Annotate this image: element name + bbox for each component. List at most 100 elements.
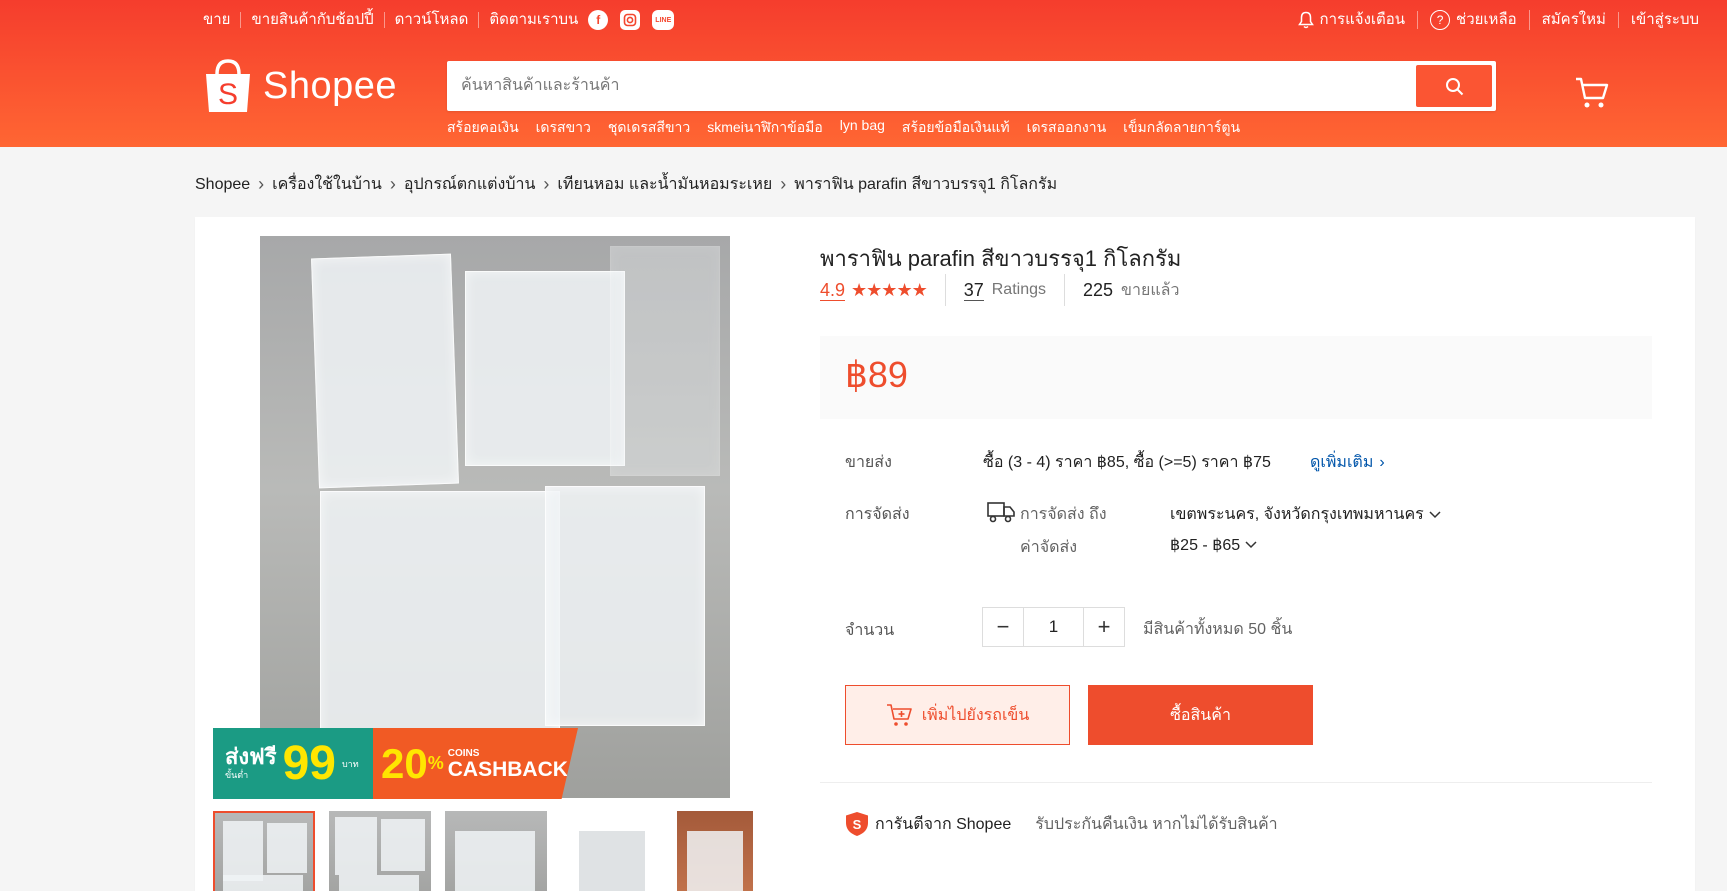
promo-banner: ส่งฟรี ขั้นต่ำ 99 บาท 20 % COINS CASHBAC… [213,728,578,799]
free-shipping-label: ส่งฟรี [225,743,277,769]
suggestion-link[interactable]: lyn bag [840,117,885,139]
breadcrumb-item[interactable]: เทียนหอม และน้ำมันหอมระเหย [557,172,772,197]
product-price: ฿89 [845,354,908,395]
facebook-icon[interactable]: f [588,10,609,30]
cashback-label: CASHBACK [447,757,568,781]
search-input[interactable] [461,61,1361,111]
coins-label: COINS [447,747,480,759]
chevron-right-icon: › [1379,453,1385,471]
chevron-down-icon [1429,510,1441,518]
quantity-label: จำนวน [845,622,895,639]
help-icon: ? [1430,10,1451,30]
thumbnail-image[interactable] [677,811,753,891]
thumbnail-image[interactable] [329,811,431,891]
thumbnail-image[interactable] [213,811,315,891]
buy-now-button[interactable]: ซื้อสินค้า [1088,685,1313,745]
add-cart-icon [886,704,912,726]
truck-icon [987,502,1015,523]
ratings-label: Ratings [991,281,1046,298]
breadcrumb-item[interactable]: Shopee [195,176,250,194]
shopee-guarantee[interactable]: S การันตีจาก Shopee รับประกันคืนเงิน หาก… [845,811,1278,837]
quantity-stepper: − 1 + [982,607,1125,647]
svg-text:S: S [853,817,862,832]
free-shipping-badge: ส่งฟรี ขั้นต่ำ 99 บาท [213,728,373,799]
product-main-image[interactable] [260,236,730,798]
breadcrumb-item[interactable]: เครื่องใช้ในบ้าน [272,172,382,197]
shipping-to-label: การจัดส่ง ถึง [1020,506,1107,523]
login-link[interactable]: เข้าสู่ระบบ [1619,12,1711,28]
topbar-right: การแจ้งเตือน ? ช่วยเหลือ สมัครใหม่ เข้าส… [1286,10,1711,30]
add-to-cart-button[interactable]: เพิ่มไปยังรถเข็น [845,685,1070,745]
signup-link[interactable]: สมัครใหม่ [1530,12,1619,28]
help-label: ช่วยเหลือ [1456,11,1517,28]
rating-bar: 4.9 ★★★★★ 37 Ratings 225 ขายแล้ว [820,273,1179,307]
search-button[interactable] [1416,65,1492,107]
chevron-down-icon [1245,541,1257,549]
top-navbar: ขาย ขายสินค้ากับช้อปปี้ ดาวน์โหลด ติดตาม… [0,0,1727,38]
suggestion-link[interactable]: skmeiนาฬิกาข้อมือ [707,117,823,139]
thumbnail-image[interactable] [445,811,547,891]
thumbnail-list [213,811,753,891]
shipping-location: เขตพระนคร, จังหวัดกรุงเทพมหานคร [1170,506,1424,523]
cart-button[interactable] [1575,76,1609,115]
suggestion-link[interactable]: ชุดเดรสสีขาว [608,117,690,139]
logo-wordmark: Shopee [263,64,398,107]
rating-score[interactable]: 4.9 [820,280,846,301]
wholesale-label: ขายส่ง [845,454,892,471]
search-suggestions: สร้อยคอเงิน เดรสขาว ชุดเดรสสีขาว skmeiนา… [447,117,1240,139]
increase-button[interactable]: + [1084,608,1124,646]
quantity-input[interactable]: 1 [1023,608,1084,646]
shipping-location-dropdown[interactable]: เขตพระนคร, จังหวัดกรุงเทพมหานคร [1170,502,1442,527]
shipping-fee: ฿25 - ฿65 [1170,537,1241,554]
sell-with-shopee-link[interactable]: ขายสินค้ากับช้อปปี้ [241,12,385,28]
thumbnail-image[interactable] [561,811,663,891]
guarantee-title: การันตีจาก Shopee [875,815,1012,833]
stock-text: มีสินค้าทั้งหมด 50 ชิ้น [1143,621,1293,638]
instagram-icon[interactable] [620,10,641,30]
baht-label: บาท [341,758,359,769]
suggestion-link[interactable]: สร้อยคอเงิน [447,117,519,139]
search-icon [1445,77,1463,95]
cashback-percent: 20 [381,739,428,787]
wholesale-text: ซื้อ (3 - 4) ราคา ฿85, ซื้อ (>=5) ราคา ฿… [983,454,1271,471]
breadcrumb-current: พาราฟิน parafin สีขาวบรรจุ1 กิโลกรัม [794,176,1058,193]
decrease-button[interactable]: − [983,608,1023,646]
suggestion-link[interactable]: สร้อยข้อมือเงินแท้ [902,117,1010,139]
section-divider [820,782,1652,783]
social-links: f LINE [588,10,675,30]
add-to-cart-label: เพิ่มไปยังรถเข็น [921,706,1030,724]
breadcrumb: Shopee › เครื่องใช้ในบ้าน › อุปกรณ์ตกแต่… [195,172,1057,197]
rating-stars: ★★★★★ [851,279,928,300]
shipping-label: การจัดส่ง [845,506,910,523]
suggestion-link[interactable]: เดรสออกงาน [1027,117,1107,139]
min-amount: 99 [282,736,336,790]
wholesale-more-label: ดูเพิ่มเติม [1310,454,1374,471]
cart-icon [1576,77,1609,108]
chevron-right-icon: › [258,174,265,194]
ratings-count[interactable]: 37 [963,280,984,301]
shopee-logo[interactable]: S Shopee [203,58,397,114]
sell-link[interactable]: ขาย [203,12,242,28]
help-link[interactable]: ? ช่วยเหลือ [1418,10,1530,30]
chevron-right-icon: › [543,174,550,194]
search-bar [447,61,1496,111]
suggestion-link[interactable]: เข็มกลัดลายการ์ตูน [1123,117,1240,139]
shipping-fee-dropdown[interactable]: ฿25 - ฿65 [1170,535,1258,555]
suggestion-link[interactable]: เดรสขาว [536,117,591,139]
guarantee-text: รับประกันคืนเงิน หากไม่ได้รับสินค้า [1035,815,1278,833]
shield-icon: S [846,812,868,836]
shipping-fee-label: ค่าจัดส่ง [1020,539,1078,556]
line-icon[interactable]: LINE [652,10,675,30]
percent-sign: % [427,753,444,773]
notifications-label: การแจ้งเตือน [1319,11,1406,28]
product-title: พาราฟิน parafin สีขาวบรรจุ1 กิโลกรัม [820,246,1182,271]
download-link[interactable]: ดาวน์โหลด [385,12,480,28]
cashback-badge: 20 % COINS CASHBACK [373,728,578,799]
svg-text:S: S [218,78,238,111]
shopee-bag-icon: S [206,59,250,112]
breadcrumb-item[interactable]: อุปกรณ์ตกแต่งบ้าน [404,172,536,197]
notifications-link[interactable]: การแจ้งเตือน [1286,11,1419,29]
chevron-right-icon: › [389,174,396,194]
divider [1064,274,1065,306]
wholesale-more-link[interactable]: ดูเพิ่มเติม › [1310,450,1385,475]
